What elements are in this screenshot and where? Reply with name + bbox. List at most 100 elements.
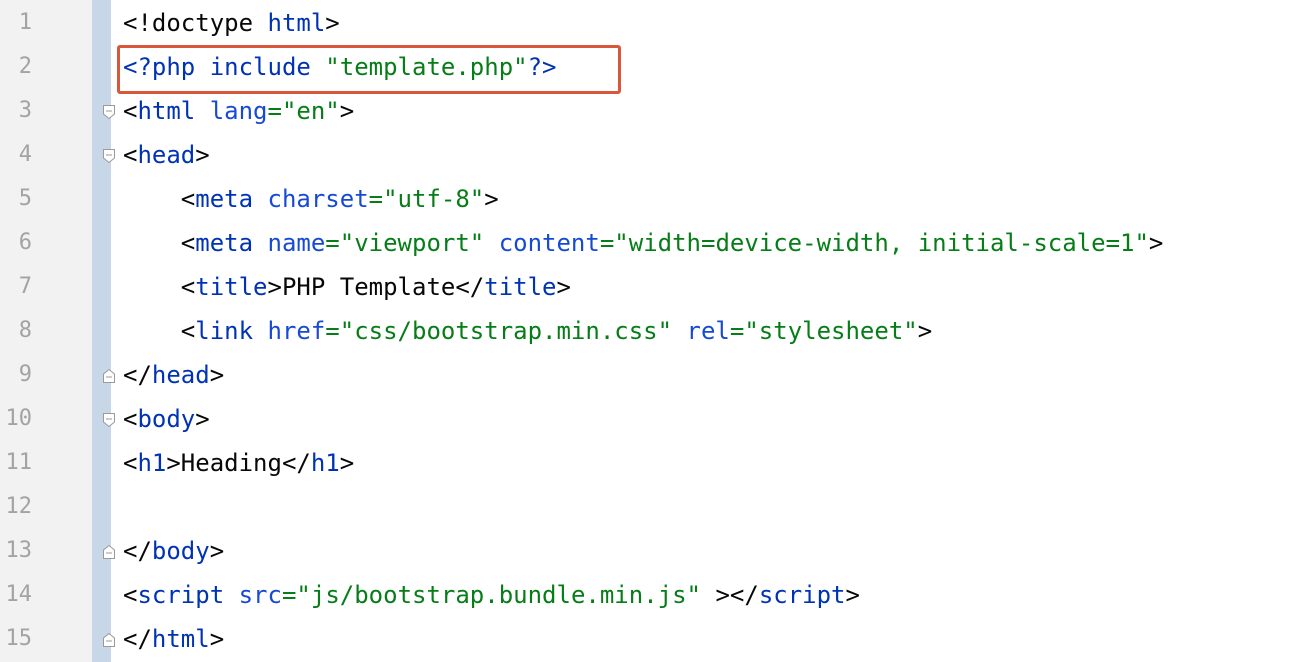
code-token: charset: [267, 185, 369, 213]
line-number[interactable]: 12: [0, 485, 33, 529]
fold-end-icon[interactable]: [102, 544, 116, 560]
code-token: head: [137, 141, 196, 169]
code-token: src: [238, 581, 282, 609]
line-number[interactable]: 9: [0, 353, 32, 397]
code-text[interactable]: <h1>Heading</h1>: [123, 441, 354, 485]
line-number[interactable]: 15: [0, 617, 33, 661]
code-token: ="en": [267, 97, 340, 125]
code-token: rel: [686, 317, 730, 345]
line-number[interactable]: 3: [0, 89, 32, 133]
code-token: <: [123, 273, 196, 301]
code-token: <: [123, 229, 196, 257]
code-line[interactable]: 1 <!doctype html>: [0, 1, 1306, 45]
code-text[interactable]: <!doctype html>: [123, 1, 340, 45]
code-text[interactable]: <title>PHP Template</title>: [123, 265, 571, 309]
code-line[interactable]: 6 <meta name="viewport" content="width=d…: [0, 221, 1306, 265]
line-number[interactable]: 11: [0, 441, 33, 485]
code-text[interactable]: <html lang="en">: [123, 89, 354, 133]
line-number[interactable]: 14: [0, 573, 33, 617]
line-number[interactable]: 5: [0, 177, 32, 221]
line-number[interactable]: 8: [0, 309, 32, 353]
fold-collapse-icon[interactable]: [102, 148, 116, 164]
code-token: script: [758, 581, 846, 609]
code-line[interactable]: 7 <title>PHP Template</title>: [0, 265, 1306, 309]
code-token: >: [209, 361, 225, 389]
code-token: ="css/bootstrap.min.css": [325, 317, 687, 345]
code-token: title: [484, 273, 557, 301]
code-text[interactable]: <meta name="viewport" content="width=dev…: [123, 221, 1164, 265]
line-number[interactable]: 4: [0, 133, 32, 177]
code-token: html: [267, 9, 326, 37]
code-line[interactable]: 11 <h1>Heading</h1>: [0, 441, 1306, 485]
code-token: meta: [195, 185, 268, 213]
code-token: <!doctype: [123, 9, 268, 37]
line-number[interactable]: 10: [0, 397, 33, 441]
code-token: <: [123, 449, 138, 477]
code-token: script: [137, 581, 239, 609]
code-token: ></: [715, 581, 759, 609]
code-line[interactable]: 3 <html lang="en">: [0, 89, 1306, 133]
code-line[interactable]: 14 <script src="js/bootstrap.bundle.min.j…: [0, 573, 1306, 617]
fold-collapse-icon[interactable]: [102, 412, 116, 428]
code-text[interactable]: <link href="css/bootstrap.min.css" rel="…: [123, 309, 932, 353]
code-token: >: [484, 185, 499, 213]
code-text[interactable]: <head>: [123, 133, 210, 177]
code-line[interactable]: 4 <head>: [0, 133, 1306, 177]
line-number[interactable]: 7: [0, 265, 32, 309]
code-token: >: [195, 141, 210, 169]
code-token: </: [123, 537, 152, 565]
fold-collapse-icon[interactable]: [102, 104, 116, 120]
code-text[interactable]: <?php include "template.php"?>: [123, 45, 557, 89]
code-token: link: [195, 317, 268, 345]
code-token: ="viewport": [325, 229, 499, 257]
code-token: >: [195, 405, 210, 433]
code-token: include: [209, 53, 326, 81]
code-token: <: [123, 97, 138, 125]
code-token: >: [339, 449, 355, 477]
code-text[interactable]: <body>: [123, 397, 210, 441]
code-token: content: [498, 229, 600, 257]
code-token: ="utf-8": [368, 185, 485, 213]
code-line[interactable]: 15 </html>: [0, 617, 1306, 661]
line-number[interactable]: 2: [0, 45, 32, 89]
code-text[interactable]: </body>: [123, 529, 224, 573]
code-token: ="stylesheet": [729, 317, 918, 345]
code-token: >: [325, 9, 340, 37]
code-token: title: [195, 273, 268, 301]
line-number[interactable]: 13: [0, 529, 33, 573]
code-text[interactable]: </head>: [123, 353, 224, 397]
code-token: >: [917, 317, 933, 345]
code-text[interactable]: </html>: [123, 617, 224, 661]
code-token: <: [123, 317, 196, 345]
line-number[interactable]: 6: [0, 221, 32, 265]
code-token: </: [123, 361, 152, 389]
code-token: >: [1148, 229, 1164, 257]
code-token: <: [123, 405, 138, 433]
code-line[interactable]: 12: [0, 485, 1306, 529]
fold-end-icon[interactable]: [102, 632, 116, 648]
code-line[interactable]: 10 <body>: [0, 397, 1306, 441]
code-token: <: [123, 581, 138, 609]
code-line[interactable]: 2 <?php include "template.php"?>: [0, 45, 1306, 89]
code-text[interactable]: <script src="js/bootstrap.bundle.min.js"…: [123, 573, 860, 617]
code-token: >: [209, 625, 225, 653]
code-text[interactable]: <meta charset="utf-8">: [123, 177, 499, 221]
code-token: >: [209, 537, 225, 565]
code-editor[interactable]: 1 <!doctype html> 2 <?php include "template…: [0, 0, 1306, 662]
code-line[interactable]: 5 <meta charset="utf-8">: [0, 177, 1306, 221]
line-number[interactable]: 1: [0, 1, 32, 45]
code-token: meta: [195, 229, 268, 257]
fold-end-icon[interactable]: [102, 368, 116, 384]
code-token: >Heading</: [166, 449, 311, 477]
code-token: "template.php": [325, 53, 528, 81]
code-token: lang: [209, 97, 268, 125]
code-token: href: [267, 317, 326, 345]
code-token: body: [137, 405, 196, 433]
code-line[interactable]: 9 </head>: [0, 353, 1306, 397]
code-token: h1: [137, 449, 167, 477]
code-token: >: [845, 581, 860, 609]
code-line[interactable]: 13 </body>: [0, 529, 1306, 573]
code-token: <: [123, 185, 196, 213]
code-line[interactable]: 8 <link href="css/bootstrap.min.css" rel…: [0, 309, 1306, 353]
code-token: </: [123, 625, 152, 653]
